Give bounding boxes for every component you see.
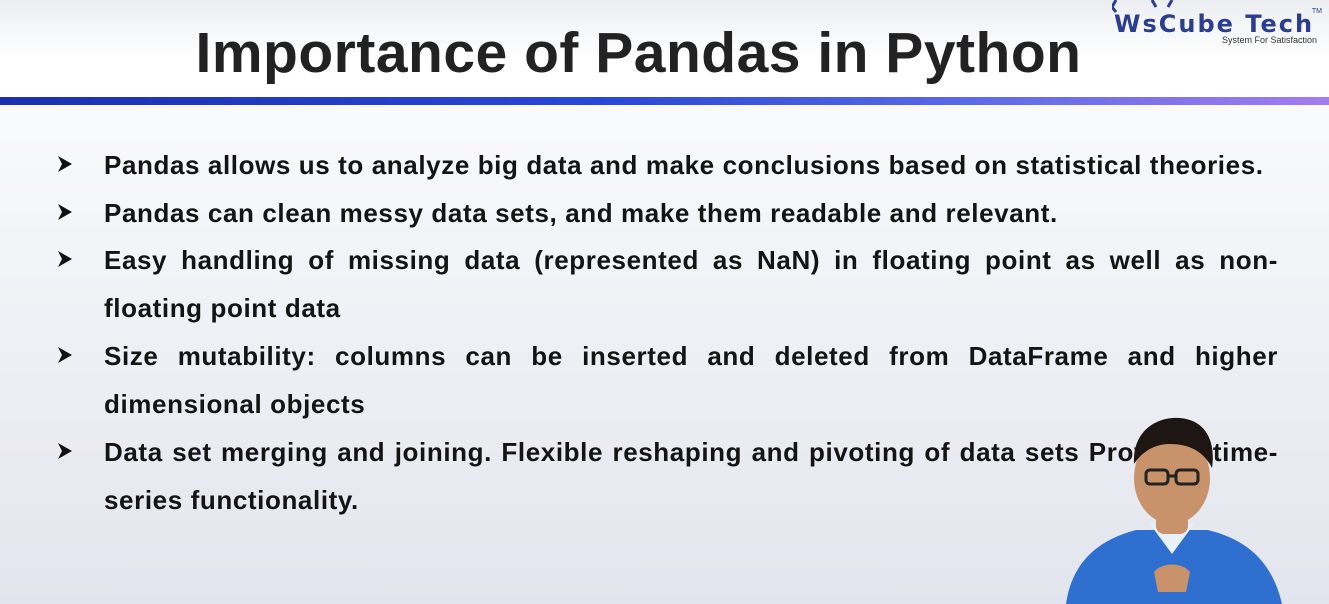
slide-title: Importance of Pandas in Python <box>195 21 1082 85</box>
arrow-bullet-icon <box>58 251 72 267</box>
presenter-video-overlay <box>1066 417 1282 604</box>
logo-tagline: System For Satisfaction <box>1222 35 1318 45</box>
presenter-hands <box>1154 564 1190 592</box>
logo-trademark: TM <box>1311 8 1322 15</box>
title-accent-line <box>0 97 1329 105</box>
bullet-text: Pandas can clean messy data sets, and ma… <box>104 198 1058 228</box>
logo-wordmark: WsCube Tech <box>1114 10 1315 38</box>
arrow-bullet-icon <box>58 156 72 172</box>
arrow-bullet-icon <box>58 204 72 220</box>
brand-logo: WsCube Tech TM System For Satisfaction <box>1112 0 1324 48</box>
slide: Importance of Pandas in Python WsCube Te… <box>0 0 1329 604</box>
arrow-bullet-icon <box>58 347 72 363</box>
bullet-text: Pandas allows us to analyze big data and… <box>104 150 1264 180</box>
bullet-text: Easy handling of missing data (represent… <box>104 245 1278 323</box>
arrow-bullet-icon <box>58 443 72 459</box>
